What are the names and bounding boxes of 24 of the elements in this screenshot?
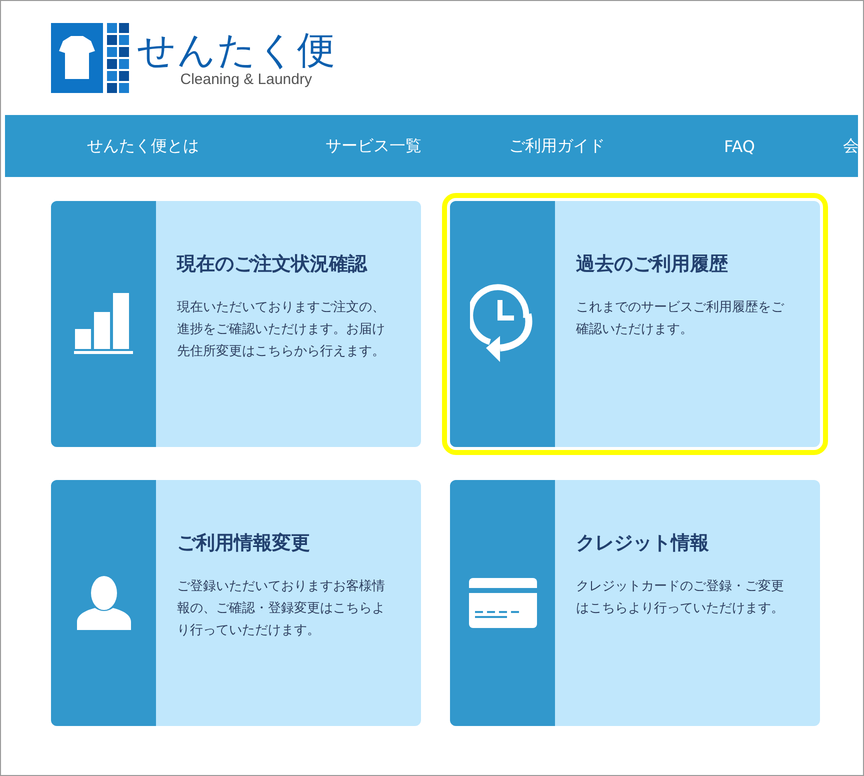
menu-card[interactable]: ご利用情報変更 ご登録いただいておりますお客様情報の、ご確認・登録変更はこちらより行っていただけます。 — [51, 480, 421, 726]
menu-card[interactable]: クレジット情報 クレジットカードのご登録・ご変更はこちらより行っていただけます。 — [450, 480, 820, 726]
credit-card-icon — [468, 578, 536, 628]
card-title: 過去のご利用履歴 — [576, 252, 729, 277]
menu-card[interactable]: 現在のご注文状況確認 現在いただいておりますご注文の、進捗をご確認いただけます。お届け先住所変更はこちらから行えます。 — [51, 201, 421, 447]
bar-chart-icon — [74, 293, 134, 355]
nav-link[interactable]: せんたく便とは — [5, 136, 281, 156]
card-title: 現在のご注文状況確認 — [177, 252, 368, 277]
logo-title: せんたく便 — [137, 29, 336, 71]
logo-subtitle: Cleaning & Laundry — [180, 71, 312, 89]
person-icon — [76, 576, 130, 630]
nav-link[interactable]: 会 — [831, 136, 858, 156]
card-description: これまでのサービスご利用履歴をご確認いただけます。 — [576, 299, 786, 339]
nav-link[interactable]: ご利用ガイド — [466, 136, 648, 156]
card-title: クレジット情報 — [576, 531, 710, 556]
card-description: 現在いただいておりますご注文の、進捗をご確認いただけます。お届け先住所変更はこちらから行えます。 — [177, 299, 386, 361]
card-description: クレジットカードのご登録・ご変更はこちらより行っていただけます。 — [576, 578, 785, 618]
logo-icon — [51, 23, 131, 93]
card-description: ご登録いただいておりますお客様情報の、ご確認・登録変更はこちらより行っていただけます。 — [177, 578, 386, 640]
nav-link[interactable]: サービス一覧 — [281, 136, 466, 156]
menu-card[interactable]: 過去のご利用履歴 これまでのサービスご利用履歴をご確認いただけます。 — [450, 201, 820, 447]
card-title: ご利用情報変更 — [177, 531, 311, 556]
nav-link[interactable]: FAQ — [648, 136, 831, 156]
clock-history-icon — [470, 284, 536, 364]
